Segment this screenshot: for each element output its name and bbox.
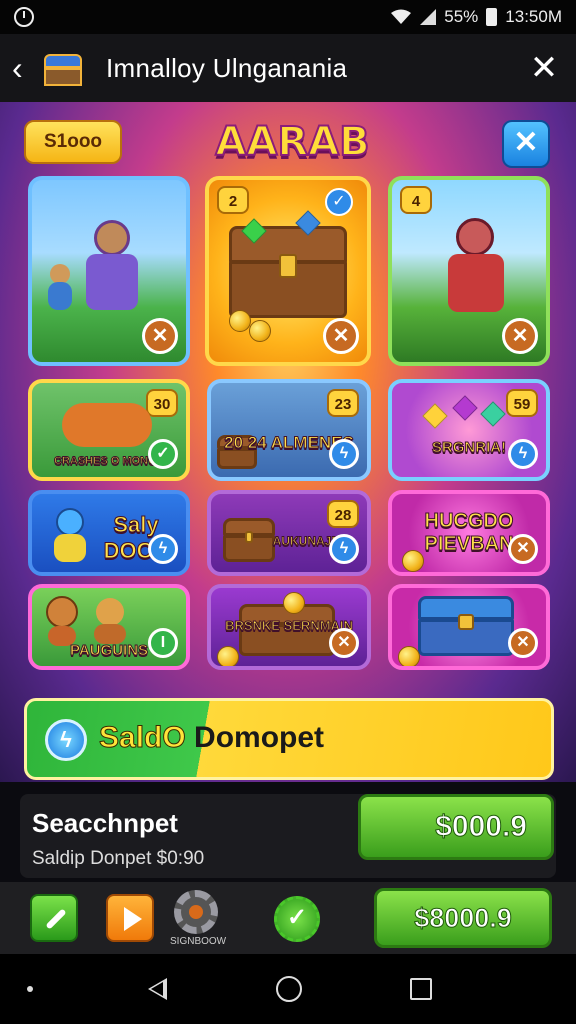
checkmark-badge-icon[interactable]: ✓: [274, 896, 320, 942]
card-action-icon[interactable]: I: [148, 628, 178, 658]
card-badge: 23: [327, 389, 359, 417]
card-action-icon[interactable]: ✕: [329, 628, 359, 658]
game-card[interactable]: 59 SRGNRIA! ϟ: [388, 379, 550, 481]
treasure-chest-icon: [418, 596, 514, 656]
coin-icon: [402, 550, 424, 572]
game-card[interactable]: HUCGDO PIEVBAN ✕: [388, 490, 550, 576]
card-action-icon[interactable]: ϟ: [148, 534, 178, 564]
title-bar: ‹ Imnalloy Ulnganania ✕: [0, 34, 576, 102]
small-character-icon: [44, 264, 76, 314]
panel-close-button[interactable]: ✕: [502, 120, 550, 168]
back-arrow-icon[interactable]: ‹: [12, 50, 34, 87]
warrior-character-icon: [72, 220, 152, 320]
creature-character-icon: [90, 598, 130, 644]
pencil-icon[interactable]: [30, 894, 78, 942]
creature-character-icon: [62, 397, 152, 449]
card-action-icon[interactable]: ✓: [148, 439, 178, 469]
info-subtitle-price: $0:90: [156, 848, 205, 869]
gem-icon: [452, 395, 478, 421]
status-right: 55% 13:50M: [390, 7, 562, 27]
coin-icon: [398, 646, 420, 666]
card-action-icon[interactable]: ϟ: [329, 534, 359, 564]
toolbar-price-button[interactable]: $8000.9: [374, 888, 552, 948]
nav-home-icon[interactable]: [276, 976, 302, 1002]
check-icon: ✓: [325, 188, 353, 216]
wifi-icon: [391, 9, 412, 24]
game-card[interactable]: ✕: [388, 584, 550, 670]
claim-button[interactable]: ϟ SaldO Domopet: [24, 698, 554, 780]
nav-dot-icon: [27, 986, 33, 992]
bottom-toolbar: SIGNBOOW ✓ $8000.9: [0, 882, 576, 954]
info-panel: Seacchnpet Saldip Donpet $0:90 $000.9: [20, 794, 556, 878]
coin-icon: [283, 592, 305, 614]
coin-icon: [217, 646, 239, 666]
card-action-icon[interactable]: ✕: [508, 628, 538, 658]
card-action-icon[interactable]: ϟ: [508, 439, 538, 469]
game-card[interactable]: PAUGUINS I: [28, 584, 190, 670]
gear-label: SIGNBOOW: [170, 936, 227, 947]
nav-recent-apps-icon[interactable]: [410, 978, 432, 1000]
buy-price-button[interactable]: $000.9: [358, 794, 554, 860]
close-icon[interactable]: ✕: [524, 48, 564, 88]
blue-character-icon: [50, 508, 90, 564]
game-card[interactable]: 30 CRASHES O MONCH ✓: [28, 379, 190, 481]
status-time: 13:50M: [505, 7, 562, 26]
game-card[interactable]: 23 20 24 ALMENES ϟ: [207, 379, 371, 481]
lightning-bolt-icon: ϟ: [45, 719, 87, 761]
page-title: Imnalloy Ulnganania: [106, 52, 348, 83]
treasure-chest-icon: [229, 226, 347, 318]
ninja-character-icon: [436, 218, 516, 318]
gem-icon: [422, 403, 448, 429]
system-nav-bar: [0, 954, 576, 1024]
info-subtitle: Saldip Donpet $0:90: [32, 848, 204, 870]
game-card[interactable]: BRSNKE SERNMAIN ✕: [207, 584, 371, 670]
card-badge: 4: [400, 186, 432, 214]
game-panel: S1ooo AARAB ✕ ✕ 2 ✓ ✕ 4 ✕ 30 CRASHES O M…: [0, 102, 576, 782]
balance-pill[interactable]: S1ooo: [24, 120, 122, 164]
card-action-icon[interactable]: ✕: [508, 534, 538, 564]
card-action-icon[interactable]: ϟ: [329, 439, 359, 469]
card-action-icon[interactable]: ✕: [323, 318, 359, 354]
game-card[interactable]: 4 ✕: [388, 176, 550, 366]
nav-back-icon[interactable]: [148, 978, 167, 1000]
gear-icon[interactable]: [174, 890, 218, 934]
claim-label-highlight: SaldO: [99, 721, 187, 755]
card-badge: 2: [217, 186, 249, 214]
game-card[interactable]: ✕: [28, 176, 190, 366]
treasure-chest-logo-icon: [38, 46, 88, 90]
battery-percentage: 55%: [444, 7, 479, 26]
card-badge: 28: [327, 500, 359, 528]
coin-icon: [249, 320, 271, 342]
battery-icon: [486, 8, 498, 26]
game-card[interactable]: Saly DOCK ϟ: [28, 490, 190, 576]
monkey-character-icon: [42, 596, 82, 646]
game-card[interactable]: 2 ✓ ✕: [205, 176, 371, 366]
status-bar: 55% 13:50M: [0, 0, 576, 34]
signal-icon: [420, 9, 437, 25]
card-action-icon[interactable]: ✕: [142, 318, 178, 354]
clock-icon: [14, 7, 34, 27]
game-logo: AARAB: [214, 118, 370, 166]
card-badge: 59: [506, 389, 538, 417]
claim-label-rest: Domopet: [194, 721, 325, 754]
play-icon[interactable]: [106, 894, 154, 942]
game-card[interactable]: 28 AUKUNAJE ϟ: [207, 490, 371, 576]
info-subtitle-text: Saldip Donpet: [32, 848, 152, 869]
gem-icon: [480, 401, 506, 427]
card-action-icon[interactable]: ✕: [502, 318, 538, 354]
info-title: Seacchnpet: [32, 808, 178, 838]
claim-label: SaldO Domopet: [99, 721, 325, 755]
coin-icon: [229, 310, 251, 332]
